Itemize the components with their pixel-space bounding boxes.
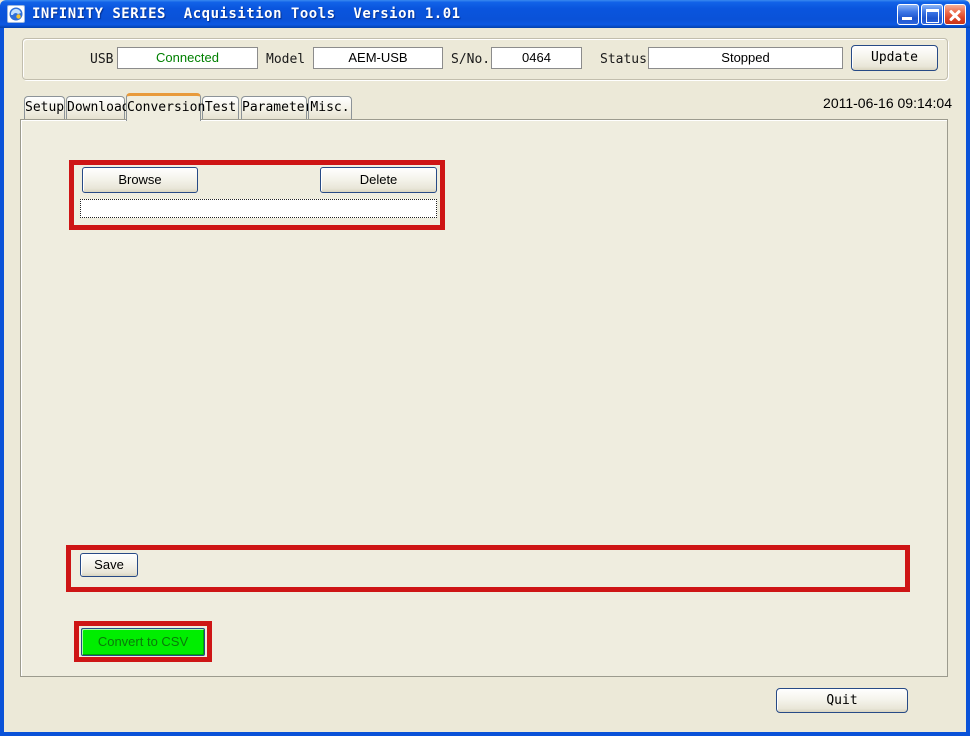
- tab-parameter[interactable]: Parameter: [241, 96, 307, 119]
- minimize-icon[interactable]: [897, 4, 919, 25]
- tab-download[interactable]: Download: [66, 96, 125, 119]
- app-window: INFINITY SERIES Acquisition Tools Versio…: [0, 0, 970, 736]
- title-bar[interactable]: INFINITY SERIES Acquisition Tools Versio…: [0, 0, 970, 28]
- window-title: INFINITY SERIES Acquisition Tools Versio…: [32, 0, 461, 28]
- update-button[interactable]: Update: [851, 45, 938, 71]
- usb-label: USB: [90, 52, 113, 67]
- browse-button[interactable]: Browse: [82, 167, 198, 193]
- usb-status-field: Connected: [117, 47, 258, 69]
- model-label: Model: [266, 52, 305, 67]
- window-border-right: [966, 28, 970, 736]
- window-border-bottom: [0, 732, 970, 736]
- tab-setup[interactable]: Setup: [24, 96, 65, 119]
- status-field: Stopped: [648, 47, 843, 69]
- tab-test[interactable]: Test: [202, 96, 239, 119]
- save-button[interactable]: Save: [80, 553, 138, 577]
- serial-label: S/No.: [451, 52, 490, 67]
- app-icon: [7, 5, 25, 23]
- status-label: Status: [600, 52, 647, 67]
- close-icon[interactable]: [944, 4, 966, 25]
- tab-conversion[interactable]: Conversion: [126, 93, 201, 121]
- model-field: AEM-USB: [313, 47, 443, 69]
- delete-button[interactable]: Delete: [320, 167, 437, 193]
- window-border-left: [0, 28, 4, 736]
- convert-to-csv-button[interactable]: Convert to CSV: [81, 628, 205, 656]
- datetime-display: 2011-06-16 09:14:04: [780, 95, 952, 111]
- maximize-icon[interactable]: [921, 4, 943, 25]
- quit-button[interactable]: Quit: [776, 688, 908, 713]
- selected-file-field[interactable]: [80, 199, 437, 218]
- tab-misc[interactable]: Misc.: [308, 96, 352, 119]
- serial-field: 0464: [491, 47, 582, 69]
